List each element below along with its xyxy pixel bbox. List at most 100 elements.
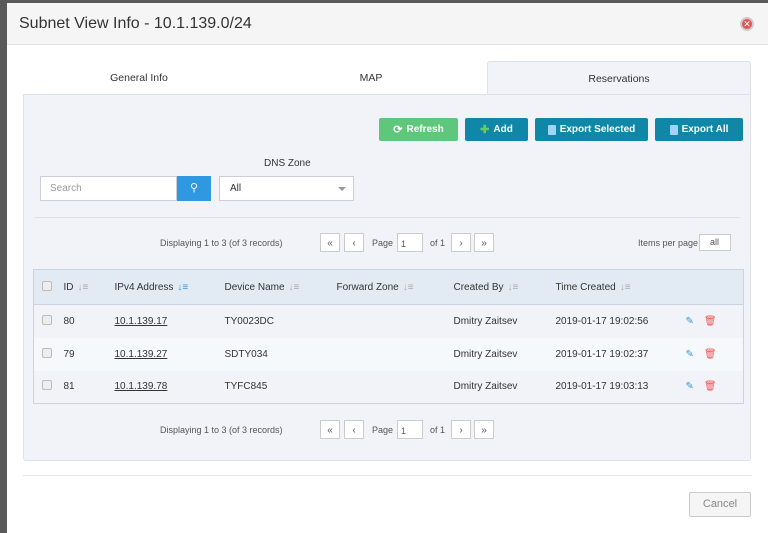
cell-time: 2019-01-17 19:02:56 <box>555 304 686 338</box>
pager-top: Displaying 1 to 3 (of 3 records) « ‹ Pag… <box>24 233 750 253</box>
cancel-button[interactable]: Cancel <box>689 492 751 517</box>
search-button[interactable]: ⚲ <box>177 176 211 201</box>
select-all-checkbox[interactable] <box>42 280 52 291</box>
reservations-panel: ⟳ Refresh ✚ Add Export Selected Export All… <box>23 94 751 461</box>
csv-file-icon <box>669 124 678 135</box>
modal-title: Subnet View Info - 10.1.139.0/24 <box>19 14 252 32</box>
column-created-by[interactable]: Created By ↓≡ <box>453 269 556 305</box>
search-icon: ⚲ <box>189 182 199 194</box>
export-selected-label: Export Selected <box>559 124 636 135</box>
tab-bar: General Info MAP Reservations <box>23 61 751 95</box>
trash-icon[interactable]: 🗑 <box>704 381 717 392</box>
subnet-view-modal: Subnet View Info - 10.1.139.0/24 ✕ Gener… <box>7 3 768 533</box>
cell-zone <box>336 337 454 371</box>
row-checkbox[interactable] <box>42 314 52 325</box>
page-label: Page <box>372 425 394 435</box>
column-label: Time Created <box>555 281 616 293</box>
pager-bottom: Displaying 1 to 3 (of 3 records) « ‹ Pag… <box>24 420 750 440</box>
refresh-button[interactable]: ⟳ Refresh <box>379 118 458 141</box>
edit-icon[interactable]: ✎ <box>686 381 694 392</box>
plus-icon: ✚ <box>480 124 490 136</box>
reservations-table: ID ↓≡ IPv4 Address ↓≡ Device Name ↓≡ Forwar… <box>33 269 744 404</box>
csv-file-icon <box>547 124 556 135</box>
add-label: Add <box>493 124 513 135</box>
modal-header: Subnet View Info - 10.1.139.0/24 ✕ <box>7 3 768 45</box>
cell-device: SDTY034 <box>224 337 337 371</box>
row-checkbox[interactable] <box>42 347 52 358</box>
close-icon[interactable]: ✕ <box>740 16 754 31</box>
page-input[interactable]: 1 <box>397 420 423 439</box>
edit-icon[interactable]: ✎ <box>686 316 694 327</box>
ip-link[interactable]: 10.1.139.27 <box>115 349 168 360</box>
row-checkbox[interactable] <box>42 380 52 391</box>
tab-map[interactable]: MAP <box>255 61 487 95</box>
sort-icon: ↓≡ <box>507 281 519 293</box>
table-header: ID ↓≡ IPv4 Address ↓≡ Device Name ↓≡ Forwar… <box>33 269 744 305</box>
export-all-label: Export All <box>681 124 729 135</box>
cell-id: 81 <box>63 370 115 404</box>
column-label: ID <box>63 281 74 293</box>
sort-icon: ↓≡ <box>177 281 189 293</box>
footer-divider <box>23 475 752 476</box>
ip-link[interactable]: 10.1.139.17 <box>115 316 168 327</box>
next-page-button[interactable]: › <box>451 233 471 252</box>
page-count: of 1 <box>430 238 446 248</box>
trash-icon[interactable]: 🗑 <box>704 316 717 327</box>
column-ipv4[interactable]: IPv4 Address ↓≡ <box>114 269 225 305</box>
displaying-text: Displaying 1 to 3 (of 3 records) <box>160 425 283 435</box>
column-label: Created By <box>453 281 504 293</box>
column-label: Device Name <box>224 281 285 293</box>
prev-page-button[interactable]: ‹ <box>344 233 364 252</box>
sort-icon: ↓≡ <box>619 281 631 293</box>
tab-reservations[interactable]: Reservations <box>487 61 751 95</box>
items-per-page-select[interactable]: all <box>699 234 731 251</box>
ip-link[interactable]: 10.1.139.78 <box>115 381 168 392</box>
column-device-name[interactable]: Device Name ↓≡ <box>224 269 337 305</box>
column-label: IPv4 Address <box>114 281 174 293</box>
page-input[interactable]: 1 <box>397 233 423 252</box>
sort-icon: ↓≡ <box>77 281 89 293</box>
sort-icon: ↓≡ <box>288 281 300 293</box>
cell-time: 2019-01-17 19:03:13 <box>555 370 686 404</box>
cell-zone <box>336 304 454 338</box>
cell-device: TY0023DC <box>224 304 337 338</box>
cell-id: 80 <box>63 304 115 338</box>
column-id[interactable]: ID ↓≡ <box>63 269 115 305</box>
prev-page-button[interactable]: ‹ <box>344 420 364 439</box>
last-page-button[interactable]: » <box>474 233 494 252</box>
table-row: 79 10.1.139.27 SDTY034 Dmitry Zaitsev 20… <box>33 337 744 371</box>
edit-icon[interactable]: ✎ <box>686 349 694 360</box>
last-page-button[interactable]: » <box>474 420 494 439</box>
column-time-created[interactable]: Time Created ↓≡ <box>555 269 686 305</box>
export-selected-button[interactable]: Export Selected <box>535 118 648 141</box>
cell-created-by: Dmitry Zaitsev <box>453 370 556 404</box>
sort-icon: ↓≡ <box>402 281 414 293</box>
search-input[interactable]: Search <box>40 176 177 201</box>
items-per-page-label: Items per page <box>638 238 699 248</box>
first-page-button[interactable]: « <box>320 420 340 439</box>
dns-zone-select[interactable]: All <box>219 176 354 201</box>
column-label: Forward Zone <box>336 281 399 293</box>
table-row: 80 10.1.139.17 TY0023DC Dmitry Zaitsev 2… <box>33 304 744 338</box>
column-forward-zone[interactable]: Forward Zone ↓≡ <box>336 269 454 305</box>
cell-created-by: Dmitry Zaitsev <box>453 337 556 371</box>
cell-id: 79 <box>63 337 115 371</box>
cell-zone <box>336 370 454 404</box>
table-row: 81 10.1.139.78 TYFC845 Dmitry Zaitsev 20… <box>33 370 744 404</box>
cell-time: 2019-01-17 19:02:37 <box>555 337 686 371</box>
dns-zone-label: DNS Zone <box>264 158 311 169</box>
cell-created-by: Dmitry Zaitsev <box>453 304 556 338</box>
tab-general-info[interactable]: General Info <box>23 61 255 95</box>
first-page-button[interactable]: « <box>320 233 340 252</box>
page-label: Page <box>372 238 394 248</box>
refresh-icon: ⟳ <box>393 124 403 136</box>
page-count: of 1 <box>430 425 446 435</box>
displaying-text: Displaying 1 to 3 (of 3 records) <box>160 238 283 248</box>
trash-icon[interactable]: 🗑 <box>704 349 717 360</box>
cell-device: TYFC845 <box>224 370 337 404</box>
next-page-button[interactable]: › <box>451 420 471 439</box>
divider <box>34 217 740 218</box>
export-all-button[interactable]: Export All <box>655 118 743 141</box>
add-button[interactable]: ✚ Add <box>465 118 528 141</box>
refresh-label: Refresh <box>406 124 444 135</box>
